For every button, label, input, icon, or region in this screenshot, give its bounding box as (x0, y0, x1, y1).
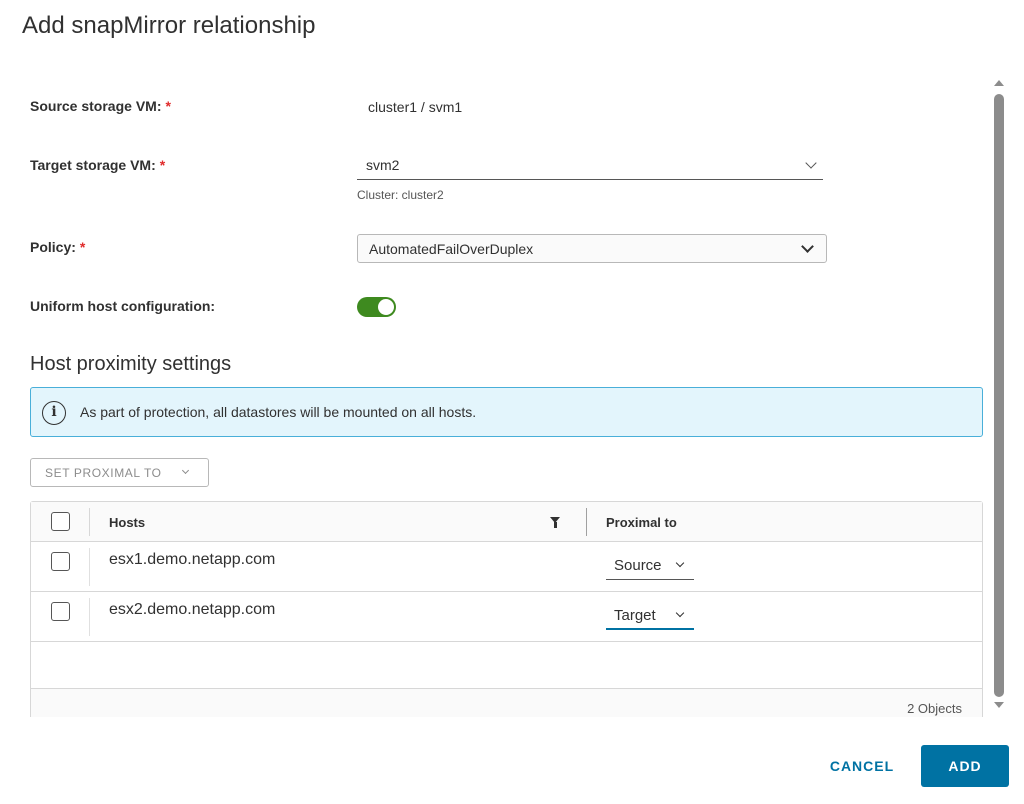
column-divider (89, 508, 90, 536)
host-name: esx2.demo.netapp.com (109, 601, 276, 618)
object-count: 2 Objects (907, 701, 962, 716)
info-circle-icon: i (42, 401, 66, 425)
proximal-value: Source (614, 557, 662, 574)
dialog-body: Source storage VM: * cluster1 / svm1 Targ… (0, 72, 1012, 717)
uniform-host-toggle[interactable] (357, 297, 396, 317)
target-vm-select[interactable]: svm2 (357, 152, 823, 180)
cancel-button[interactable]: CANCEL (813, 745, 911, 787)
source-vm-label-text: Source storage VM: (30, 98, 162, 114)
proximal-value: Target (614, 607, 656, 624)
chevron-down-icon (675, 608, 685, 618)
required-mark: * (79, 239, 86, 255)
row-checkbox[interactable] (51, 602, 70, 621)
hosts-column-header[interactable]: Hosts (109, 515, 145, 530)
filter-icon[interactable] (550, 517, 560, 528)
set-proximal-to-button[interactable]: SET PROXIMAL TO (30, 458, 209, 487)
source-vm-label: Source storage VM: * (30, 98, 171, 114)
uniform-host-label: Uniform host configuration: (30, 298, 216, 314)
host-proximity-heading: Host proximity settings (30, 353, 232, 375)
required-mark: * (159, 157, 166, 173)
source-vm-value: cluster1 / svm1 (368, 99, 463, 115)
table-row: esx2.demo.netapp.com Target (31, 592, 982, 642)
info-message: As part of protection, all datastores wi… (80, 404, 477, 420)
required-mark: * (165, 98, 171, 114)
target-cluster-helper: Cluster: cluster2 (357, 188, 444, 202)
add-button[interactable]: ADD (921, 745, 1009, 787)
row-checkbox[interactable] (51, 552, 70, 571)
policy-label: Policy: * (30, 239, 85, 255)
toggle-knob (378, 299, 394, 315)
chevron-down-icon (181, 466, 190, 475)
proximal-to-column-header[interactable]: Proximal to (606, 515, 677, 530)
proximal-select[interactable]: Source (606, 552, 694, 580)
scroll-down-arrow-icon[interactable] (994, 702, 1004, 708)
dialog-title: Add snapMirror relationship (22, 12, 316, 39)
policy-select[interactable]: AutomatedFailOverDuplex (357, 234, 827, 263)
chevron-down-icon (801, 240, 814, 253)
select-all-checkbox[interactable] (51, 512, 70, 531)
chevron-down-icon (805, 157, 817, 169)
target-vm-value: svm2 (366, 157, 400, 173)
policy-value: AutomatedFailOverDuplex (369, 241, 534, 257)
info-banner: i As part of protection, all datastores … (30, 387, 983, 437)
policy-label-text: Policy: (30, 239, 76, 255)
column-resize-handle[interactable] (586, 508, 587, 536)
column-divider (89, 598, 90, 636)
grid-header: Hosts Proximal to (31, 502, 982, 542)
chevron-down-icon (675, 558, 685, 568)
target-vm-label: Target storage VM: * (30, 157, 165, 173)
scrollbar-thumb[interactable] (994, 94, 1004, 697)
scroll-up-arrow-icon[interactable] (994, 80, 1004, 86)
grid-footer: 2 Objects (31, 688, 982, 717)
vertical-scrollbar[interactable] (993, 72, 1005, 717)
table-row: esx1.demo.netapp.com Source (31, 542, 982, 592)
host-name: esx1.demo.netapp.com (109, 551, 276, 568)
column-divider (89, 548, 90, 586)
proximal-select[interactable]: Target (606, 602, 694, 630)
hosts-datagrid: Hosts Proximal to esx1.demo.netapp.com S… (30, 501, 983, 717)
set-proximal-to-label: SET PROXIMAL TO (45, 465, 162, 480)
target-vm-label-text: Target storage VM: (30, 157, 156, 173)
